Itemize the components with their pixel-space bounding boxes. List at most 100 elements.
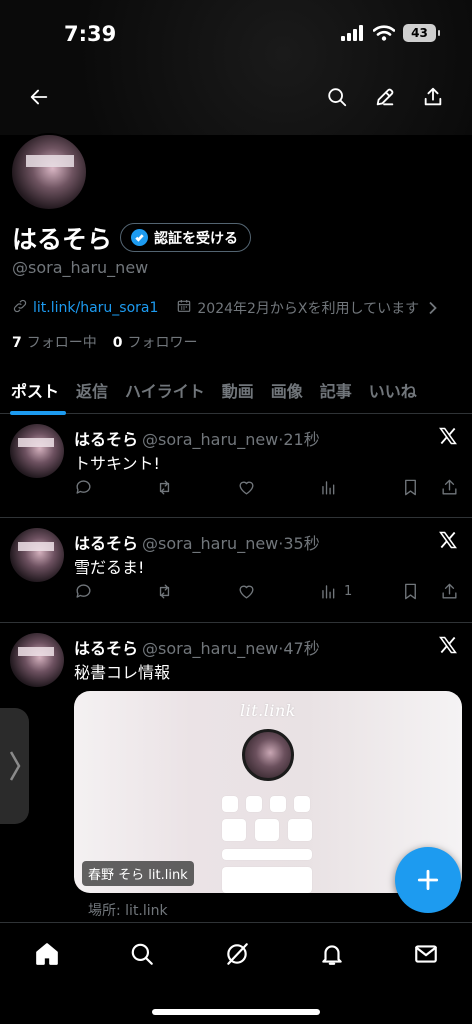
x-logo-icon <box>439 531 457 549</box>
nav-messages[interactable] <box>411 939 441 969</box>
follow-stats: 7 フォロー中 0 フォロワー <box>12 332 198 352</box>
bookmark-button[interactable] <box>401 582 420 601</box>
tweet-time: ·21秒 <box>278 430 320 449</box>
tweet-time: ·35秒 <box>278 534 320 553</box>
views-button[interactable]: 1 <box>319 582 352 601</box>
card-location[interactable]: 場所: lit.link <box>88 900 168 920</box>
like-button[interactable] <box>237 478 256 497</box>
profile-avatar[interactable] <box>10 133 88 211</box>
tweet-author-handle: @sora_haru_new <box>142 639 279 658</box>
reply-icon <box>76 480 91 494</box>
tweet-author-handle: @sora_haru_new <box>142 534 279 553</box>
profile-handle: @sora_haru_new <box>12 258 149 277</box>
analytics-icon <box>322 585 335 599</box>
edit-button[interactable] <box>368 80 402 114</box>
card-avatar <box>242 729 294 781</box>
tweet[interactable]: はるそら @sora_haru_new·21秒 トサキント! <box>0 414 472 518</box>
card-tile <box>222 819 246 841</box>
joined-date[interactable]: 2024年2月からXを利用しています <box>176 298 438 318</box>
bottom-nav <box>0 922 472 1024</box>
tab-articles[interactable]: 記事 <box>309 366 352 414</box>
get-verified-button[interactable]: 認証を受ける <box>120 223 251 252</box>
repost-button[interactable] <box>155 478 174 497</box>
search-icon <box>328 88 347 107</box>
reply-button[interactable] <box>74 478 93 497</box>
profile-link[interactable]: lit.link/haru_sora1 <box>33 300 158 316</box>
tweet-author-name: はるそら <box>74 534 139 553</box>
tweet[interactable]: はるそら @sora_haru_new·35秒 雪だるま! 1 <box>0 518 472 623</box>
pencil-icon <box>376 88 394 106</box>
verified-badge-icon <box>131 229 148 246</box>
bookmark-button[interactable] <box>401 478 420 497</box>
home-indicator <box>152 1009 320 1015</box>
profile-name: はるそら <box>12 225 113 254</box>
top-nav <box>0 80 472 114</box>
tweet-text: トサキント! <box>74 454 160 473</box>
back-button[interactable] <box>22 80 56 114</box>
link-icon <box>12 298 28 318</box>
profile-meta: lit.link/haru_sora1 2024年2月からXを利用しています <box>12 298 462 318</box>
search-icon <box>131 943 153 965</box>
side-panel-handle[interactable] <box>0 708 29 824</box>
tweet-text: 秘書コレ情報 <box>74 663 171 682</box>
wifi-icon <box>373 25 395 41</box>
card-tile <box>294 796 310 812</box>
nav-home[interactable] <box>32 939 62 969</box>
tweet-header: はるそら @sora_haru_new·21秒 <box>74 426 320 450</box>
signal-icon <box>341 25 363 41</box>
tab-posts[interactable]: ポスト <box>0 366 67 415</box>
tweet-header: はるそら @sora_haru_new·47秒 <box>74 635 320 659</box>
bell-icon <box>322 945 342 965</box>
tab-replies[interactable]: 返信 <box>65 366 108 414</box>
followers-label: フォロワー <box>127 335 198 351</box>
card-tile <box>222 796 238 812</box>
following-count: 7 <box>12 335 22 351</box>
card-tile <box>222 867 312 893</box>
x-logo-icon <box>439 636 457 654</box>
share-button[interactable] <box>416 80 450 114</box>
tab-photos[interactable]: 画像 <box>260 366 303 414</box>
status-time: 7:39 <box>64 22 117 46</box>
tab-highlights[interactable]: ハイライト <box>114 366 205 414</box>
mail-icon <box>415 945 437 963</box>
like-button[interactable] <box>237 582 256 601</box>
tweet-share-button[interactable] <box>440 582 459 601</box>
bookmark-icon <box>405 479 416 496</box>
tweet-actions <box>74 478 462 500</box>
tweet-avatar[interactable] <box>10 528 64 582</box>
repost-button[interactable] <box>155 582 174 601</box>
chevron-right-icon <box>9 751 20 781</box>
card-tile <box>246 796 262 812</box>
nav-grok[interactable] <box>222 939 252 969</box>
share-icon <box>424 87 442 106</box>
followers-count: 0 <box>112 335 123 351</box>
get-verified-label: 認証を受ける <box>154 230 238 247</box>
views-button[interactable] <box>319 478 344 497</box>
arrow-left-icon <box>30 89 48 105</box>
calendar-icon <box>176 298 192 318</box>
x-logo-icon <box>439 427 457 445</box>
following-label: フォロー中 <box>26 335 97 351</box>
tweet-avatar[interactable] <box>10 424 64 478</box>
tab-likes[interactable]: いいね <box>358 366 417 414</box>
nav-notifications[interactable] <box>317 939 347 969</box>
tweet-share-button[interactable] <box>440 478 459 497</box>
search-button[interactable] <box>320 80 354 114</box>
tweet-avatar[interactable] <box>10 633 64 687</box>
followers-link[interactable]: 0 フォロワー <box>113 332 198 352</box>
status-icons: 43 <box>341 24 440 42</box>
card-tile <box>255 819 279 841</box>
nav-search[interactable] <box>127 939 157 969</box>
profile-tabs: ポスト 返信 ハイライト 動画 画像 記事 いいね <box>0 366 472 415</box>
analytics-icon <box>322 481 335 495</box>
reply-icon <box>76 584 91 598</box>
reply-button[interactable] <box>74 582 93 601</box>
following-link[interactable]: 7 フォロー中 <box>12 332 97 352</box>
bookmark-icon <box>405 583 416 600</box>
compose-button[interactable] <box>395 847 461 913</box>
home-icon <box>36 943 58 965</box>
chevron-right-icon <box>429 301 437 315</box>
card-logo: lit.link <box>240 701 296 720</box>
tweet-author-handle: @sora_haru_new <box>142 430 279 449</box>
tab-videos[interactable]: 動画 <box>211 366 254 414</box>
